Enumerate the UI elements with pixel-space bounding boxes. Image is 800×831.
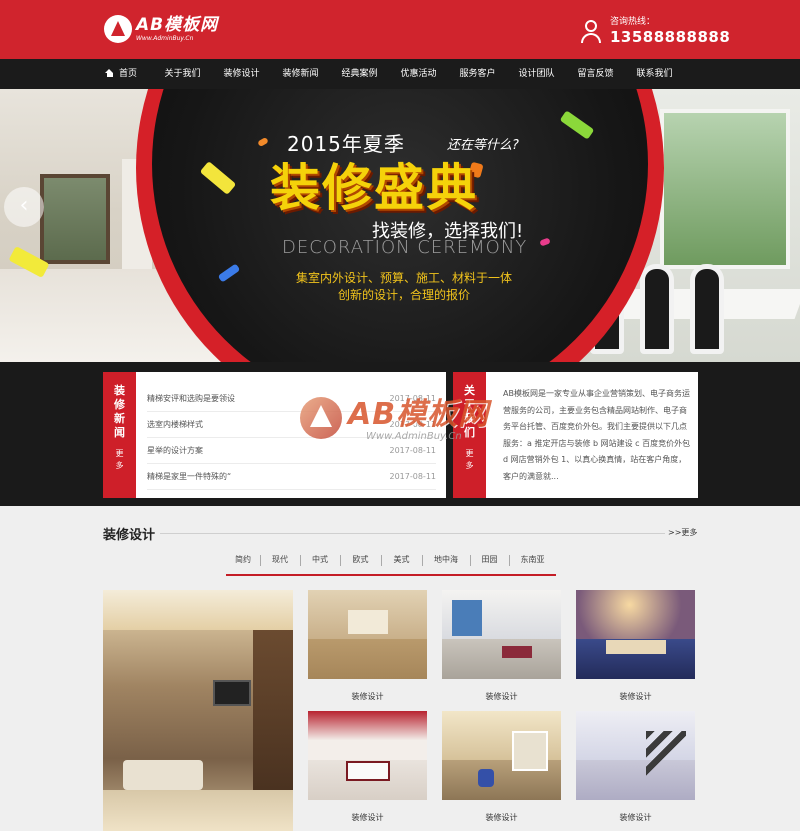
design-thumbnail[interactable]: [442, 711, 561, 800]
news-date: 2017-08-11: [389, 420, 437, 429]
main-nav: 首页 关于我们 装修设计 装修新闻 经典案例 优惠活动 服务客户 设计团队 留言…: [0, 59, 800, 89]
nav-item-team[interactable]: 设计团队: [507, 59, 566, 89]
nav-item-feedback[interactable]: 留言反馈: [566, 59, 625, 89]
about-text: AB模板网是一家专业从事企业营销策划、电子商务运营服务的公司，主要业务包含精品网…: [503, 389, 691, 481]
featured-design-image[interactable]: [103, 590, 293, 831]
banner-headline: 装修盛典: [270, 159, 478, 217]
banner-english: DECORATION CEREMONY: [282, 237, 528, 258]
logo-icon: [104, 15, 132, 43]
news-list: 精梯安评和选购是要领设 2017-08-11 选室内楼梯样式 2017-08-11 …: [147, 386, 436, 490]
section-title: 装修设计: [103, 528, 156, 543]
nav-item-home[interactable]: 首页: [105, 59, 153, 89]
news-date: 2017-08-11: [389, 472, 437, 481]
chevron-left-icon: ‹: [19, 193, 29, 218]
news-panel: 装修新闻 更多 精梯安评和选购是要领设 2017-08-11 选室内楼梯样式 201…: [103, 372, 446, 498]
design-caption[interactable]: 装修设计: [576, 691, 695, 702]
banner-line-2: 创新的设计，合理的报价: [338, 288, 471, 302]
design-thumbnail[interactable]: [576, 590, 695, 679]
nav-item-about[interactable]: 关于我们: [153, 59, 212, 89]
design-caption[interactable]: 装修设计: [442, 812, 561, 823]
banner-line-1: 集室内外设计、预算、施工、材料于一体: [296, 271, 513, 285]
nav-item-contact[interactable]: 联系我们: [625, 59, 684, 89]
category-tab[interactable]: 美式: [381, 548, 422, 576]
news-item[interactable]: 星举的设计方案 2017-08-11: [147, 438, 436, 464]
info-strip: 装修新闻 更多 精梯安评和选购是要领设 2017-08-11 选室内楼梯样式 201…: [0, 362, 800, 506]
home-icon: [105, 69, 114, 77]
design-thumbnail[interactable]: [308, 711, 427, 800]
category-tabs: 简约 现代 中式 欧式 美式 地中海 田园 东南亚: [226, 548, 556, 576]
category-tab[interactable]: 东南亚: [509, 548, 556, 576]
news-item[interactable]: 精梯安评和选购是要领设 2017-08-11: [147, 386, 436, 412]
hero-banner[interactable]: 2015年夏季 还在等什么? 装修盛典 找装修，选择我们! DECORATION…: [0, 89, 800, 362]
nav-item-news[interactable]: 装修新闻: [271, 59, 330, 89]
category-tab[interactable]: 现代: [260, 548, 300, 576]
news-title: 装修新闻: [114, 384, 125, 439]
category-tab[interactable]: 田园: [470, 548, 509, 576]
design-caption[interactable]: 装修设计: [308, 812, 427, 823]
logo-title: AB模板网: [136, 15, 219, 35]
category-tab[interactable]: 中式: [300, 548, 340, 576]
category-tab[interactable]: 地中海: [422, 548, 470, 576]
banner-prev-button[interactable]: ‹: [4, 187, 44, 227]
site-header: AB模板网 Www.AdminBuy.Cn 咨询热线： 13588888888: [0, 0, 800, 59]
nav-item-clients[interactable]: 服务客户: [448, 59, 507, 89]
hotline-number: 13588888888: [610, 28, 731, 46]
news-more-link[interactable]: 更多: [115, 448, 125, 472]
section-divider: [160, 533, 665, 534]
news-date: 2017-08-11: [389, 394, 437, 403]
about-title: 关于我们: [464, 384, 475, 439]
about-panel: 关于我们 更多 AB模板网是一家专业从事企业营销策划、电子商务运营服务的公司，主…: [453, 372, 698, 498]
category-tab[interactable]: 欧式: [340, 548, 381, 576]
news-tab[interactable]: 装修新闻 更多: [103, 372, 136, 498]
about-more-link[interactable]: 更多: [465, 448, 475, 472]
design-caption[interactable]: 装修设计: [576, 812, 695, 823]
category-tab[interactable]: 简约: [226, 548, 260, 576]
hotline: 咨询热线： 13588888888: [580, 14, 730, 48]
news-item[interactable]: 选室内楼梯样式 2017-08-11: [147, 412, 436, 438]
nav-item-cases[interactable]: 经典案例: [330, 59, 389, 89]
about-tab[interactable]: 关于我们 更多: [453, 372, 486, 498]
nav-item-promotions[interactable]: 优惠活动: [389, 59, 448, 89]
hotline-label: 咨询热线：: [610, 17, 656, 27]
news-date: 2017-08-11: [389, 446, 437, 455]
design-caption[interactable]: 装修设计: [442, 691, 561, 702]
site-logo[interactable]: AB模板网 Www.AdminBuy.Cn: [104, 10, 218, 48]
nav-item-design[interactable]: 装修设计: [212, 59, 271, 89]
design-caption[interactable]: 装修设计: [308, 691, 427, 702]
design-thumbnail[interactable]: [576, 711, 695, 800]
section-more-link[interactable]: >>更多: [668, 527, 697, 538]
support-person-icon: [580, 18, 602, 44]
news-item[interactable]: 精梯是家里一件特殊的“ 2017-08-11: [147, 464, 436, 490]
design-thumbnail[interactable]: [308, 590, 427, 679]
logo-subtitle: Www.AdminBuy.Cn: [136, 35, 194, 42]
design-thumbnail[interactable]: [442, 590, 561, 679]
